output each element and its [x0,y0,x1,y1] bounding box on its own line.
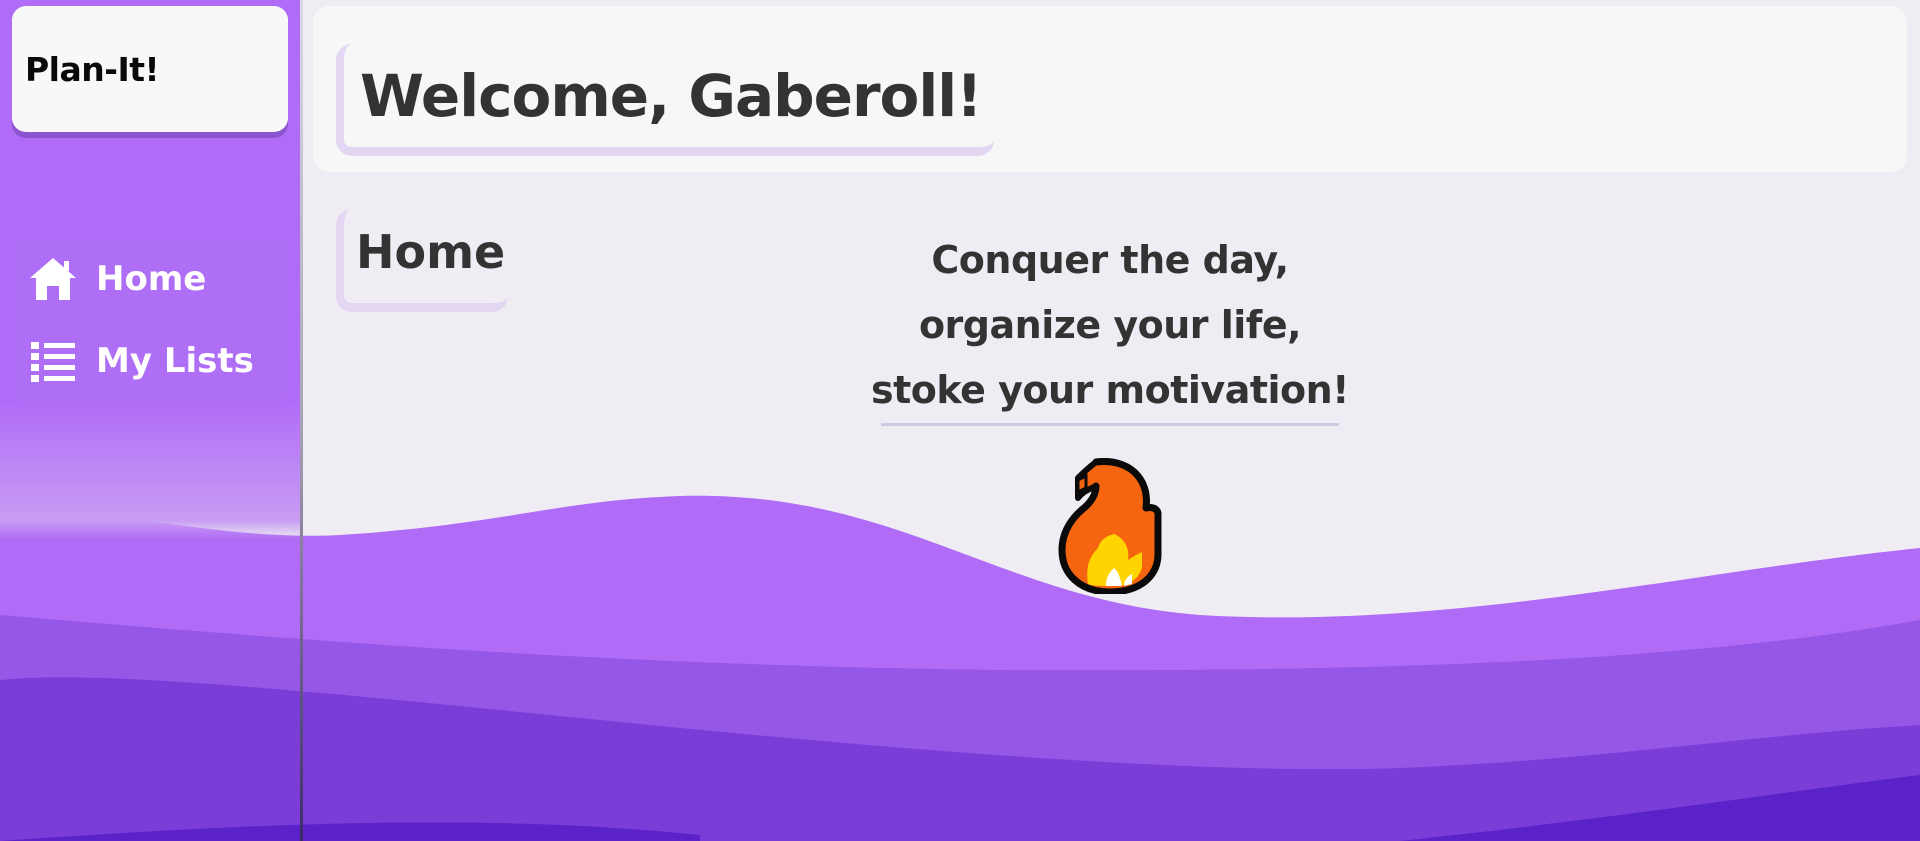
tagline: Conquer the day, organize your life, sto… [860,228,1360,426]
sidebar-item-my-lists[interactable]: My Lists [28,336,254,386]
sidebar-nav: Home My Lists [12,236,288,404]
sidebar-item-home[interactable]: Home [28,254,206,304]
sidebar-item-label: Home [96,259,207,299]
tagline-line-1: Conquer the day, [931,238,1289,282]
sidebar-divider [300,0,303,841]
welcome-card: Welcome, Gaberoll! [336,44,994,156]
brand-card[interactable]: Plan-It! [12,6,288,132]
sidebar-item-label: My Lists [96,341,254,381]
fire-icon [1058,458,1162,594]
page-title-card: Home [336,209,508,312]
list-icon [28,336,78,386]
tagline-line-2: organize your life, [918,303,1302,347]
home-icon [28,254,78,304]
header: Welcome, Gaberoll! [313,6,1907,172]
sidebar: Plan-It! Home My Lists [0,0,300,841]
welcome-title: Welcome, Gaberoll! [360,61,983,130]
tagline-line-3: stoke your motivation! [870,368,1350,412]
app-root: Plan-It! Home My Lists Welcome, Gaberoll… [0,0,1920,841]
brand-name: Plan-It! [25,49,160,89]
page-title: Home [356,225,506,279]
tagline-underline [881,423,1339,426]
